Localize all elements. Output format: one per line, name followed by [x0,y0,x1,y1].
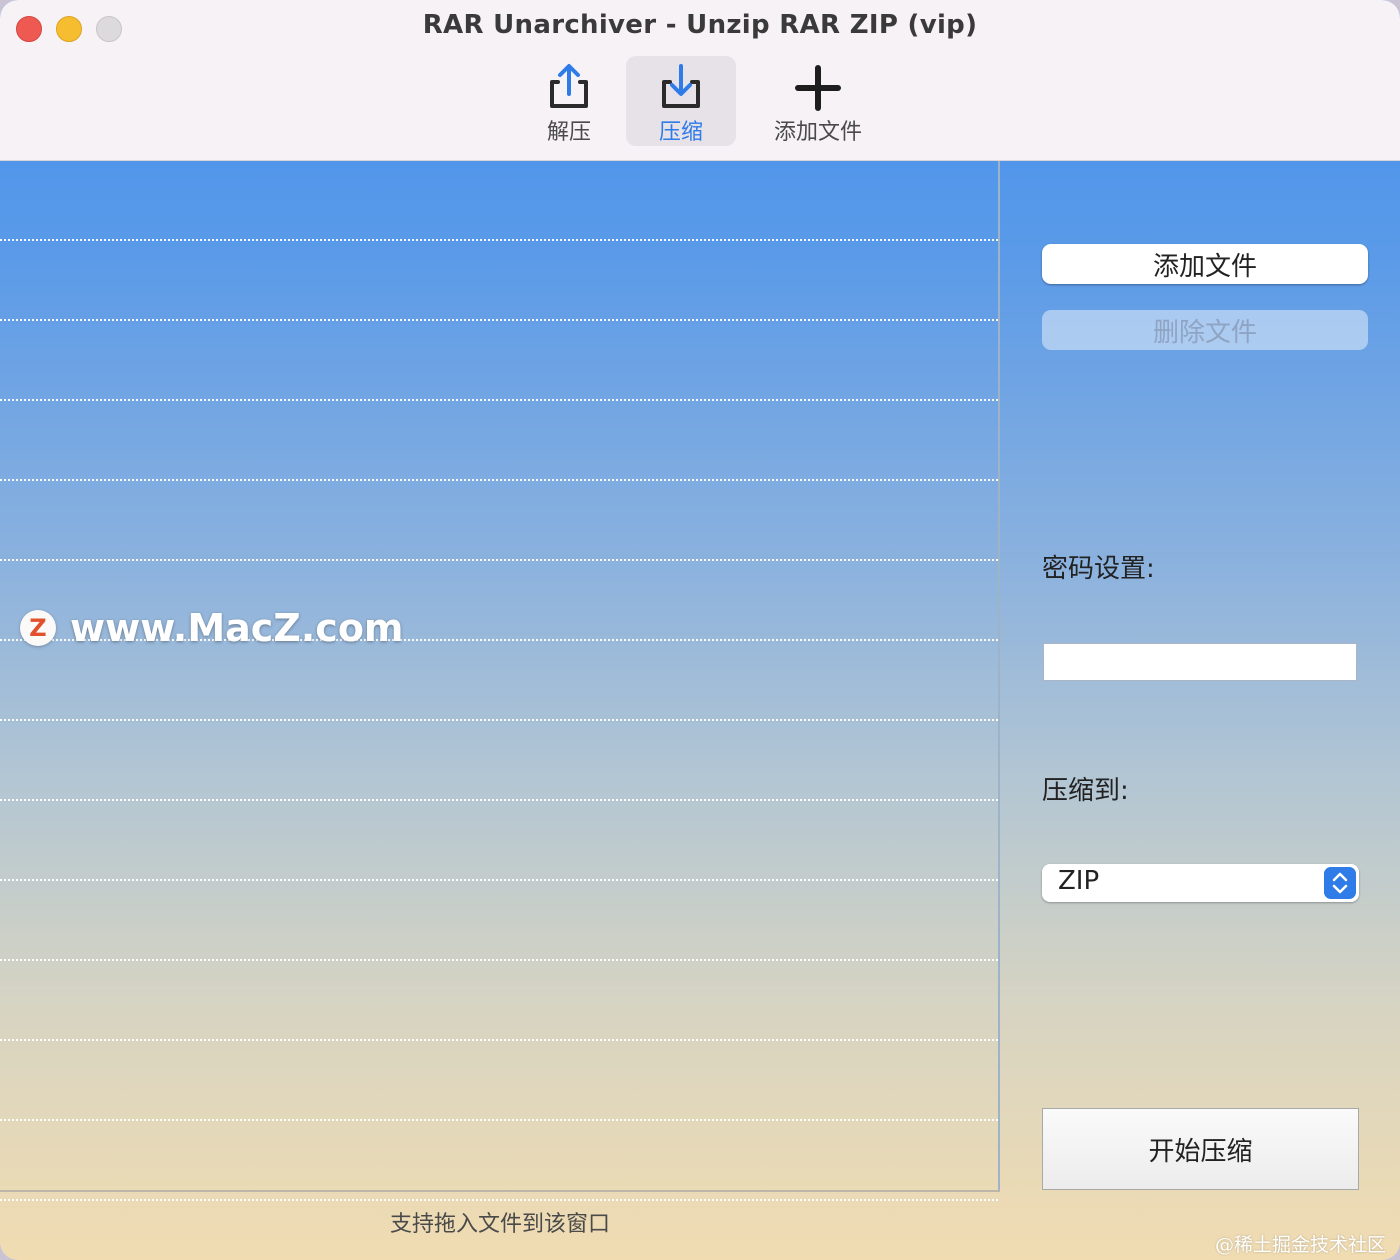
file-list-row[interactable] [0,401,998,481]
password-input[interactable] [1043,643,1357,681]
watermark-text: www.MacZ.com [70,606,404,650]
toolbar-compress-button[interactable]: 压缩 [626,56,736,146]
file-list-row[interactable] [0,881,998,961]
toolbar-add-files-button[interactable]: 添加文件 [758,56,878,146]
app-window: RAR Unarchiver - Unzip RAR ZIP (vip) 解压 … [0,0,1400,1260]
file-list-row[interactable] [0,801,998,881]
chevron-up-down-icon [1324,867,1356,899]
title-bar: RAR Unarchiver - Unzip RAR ZIP (vip) 解压 … [0,0,1400,161]
delete-file-button[interactable]: 删除文件 [1042,310,1368,350]
start-compress-button[interactable]: 开始压缩 [1042,1108,1359,1190]
file-list-row[interactable] [0,161,998,241]
toolbar-extract-button[interactable]: 解压 [514,56,624,146]
file-list-row[interactable] [0,721,998,801]
file-list-row[interactable] [0,961,998,1041]
file-list-row[interactable] [0,1041,998,1121]
drop-hint-text: 支持拖入文件到该窗口 [389,1212,610,1237]
share-upload-icon [550,64,588,108]
window-title: RAR Unarchiver - Unzip RAR ZIP (vip) [422,10,978,40]
corner-watermark: @稀土掘金技术社区 [1214,1234,1386,1256]
format-select[interactable]: ZIP [1042,864,1359,902]
file-list-row[interactable] [0,1121,998,1201]
toolbar-extract-label: 解压 [546,120,591,145]
file-list-row[interactable] [0,321,998,401]
watermark: Z www.MacZ.com [20,606,404,650]
tray-download-icon [662,64,700,108]
compress-to-label: 压缩到: [1042,776,1129,806]
format-select-value: ZIP [1058,866,1100,896]
file-list-row[interactable] [0,641,998,721]
toolbar-add-files-label: 添加文件 [773,120,862,145]
add-file-button[interactable]: 添加文件 [1042,244,1368,284]
watermark-logo: Z [20,610,56,646]
toolbar-compress-label: 压缩 [658,120,703,145]
file-list[interactable] [0,161,1000,1201]
file-list-row[interactable] [0,481,998,561]
password-label: 密码设置: [1042,554,1155,584]
file-list-row[interactable] [0,241,998,321]
plus-icon [795,65,841,111]
file-list-bottom-border [0,1190,1000,1192]
